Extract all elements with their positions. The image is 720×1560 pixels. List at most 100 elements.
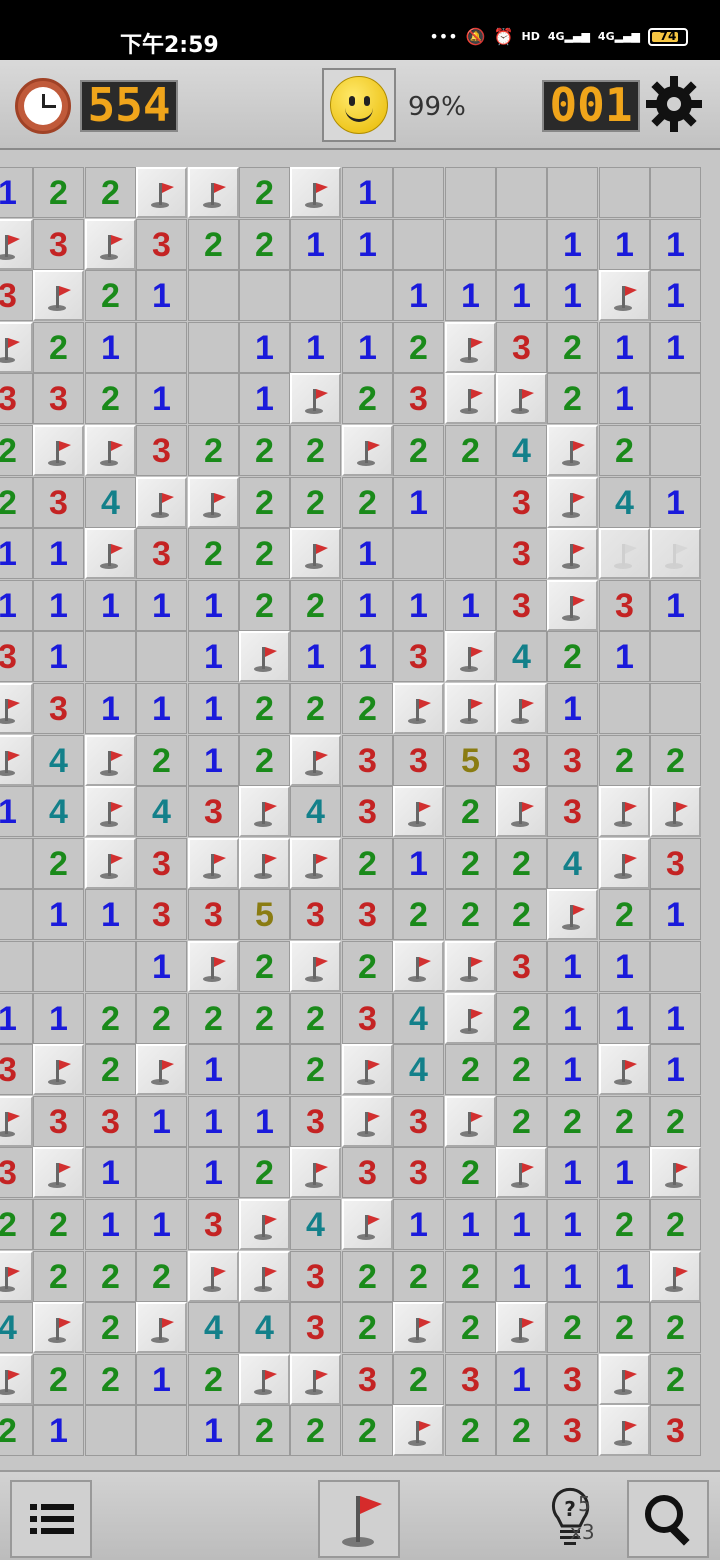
number-cell[interactable]: 3	[136, 425, 187, 476]
number-cell[interactable]: 1	[547, 270, 598, 321]
number-cell[interactable]: 2	[342, 373, 393, 424]
number-cell[interactable]: 1	[188, 735, 239, 786]
flagged-cell[interactable]	[188, 941, 239, 992]
number-cell[interactable]: 2	[650, 1302, 701, 1353]
revealed-empty-cell[interactable]	[599, 683, 650, 734]
flagged-cell[interactable]	[85, 786, 136, 837]
number-cell[interactable]: 1	[547, 1044, 598, 1095]
number-cell[interactable]: 2	[445, 1405, 496, 1456]
revealed-empty-cell[interactable]	[0, 941, 33, 992]
number-cell[interactable]: 4	[136, 786, 187, 837]
number-cell[interactable]: 2	[239, 683, 290, 734]
number-cell[interactable]: 3	[496, 477, 547, 528]
menu-button[interactable]	[10, 1480, 92, 1558]
number-cell[interactable]: 2	[496, 1405, 547, 1456]
number-cell[interactable]: 3	[290, 1251, 341, 1302]
number-cell[interactable]: 1	[33, 889, 84, 940]
flagged-cell[interactable]	[0, 1251, 33, 1302]
number-cell[interactable]: 1	[342, 631, 393, 682]
number-cell[interactable]: 4	[393, 1044, 444, 1095]
flagged-cell[interactable]	[547, 889, 598, 940]
flagged-cell[interactable]	[290, 1354, 341, 1405]
revealed-empty-cell[interactable]	[188, 270, 239, 321]
number-cell[interactable]: 2	[0, 1405, 33, 1456]
number-cell[interactable]: 4	[33, 786, 84, 837]
number-cell[interactable]: 1	[85, 1199, 136, 1250]
number-cell[interactable]: 1	[136, 270, 187, 321]
number-cell[interactable]: 1	[85, 580, 136, 631]
number-cell[interactable]: 1	[188, 1044, 239, 1095]
number-cell[interactable]: 1	[650, 580, 701, 631]
number-cell[interactable]: 1	[445, 1199, 496, 1250]
number-cell[interactable]: 2	[342, 1405, 393, 1456]
number-cell[interactable]: 1	[33, 580, 84, 631]
number-cell[interactable]: 1	[650, 889, 701, 940]
number-cell[interactable]: 2	[599, 425, 650, 476]
flagged-cell[interactable]	[85, 735, 136, 786]
number-cell[interactable]: 2	[496, 993, 547, 1044]
number-cell[interactable]: 1	[599, 373, 650, 424]
number-cell[interactable]: 2	[290, 1405, 341, 1456]
flagged-cell[interactable]	[188, 1251, 239, 1302]
number-cell[interactable]: 2	[342, 1251, 393, 1302]
number-cell[interactable]: 2	[599, 735, 650, 786]
number-cell[interactable]: 1	[0, 580, 33, 631]
number-cell[interactable]: 1	[496, 1199, 547, 1250]
number-cell[interactable]: 4	[496, 631, 547, 682]
flagged-cell[interactable]	[33, 1302, 84, 1353]
number-cell[interactable]: 1	[650, 993, 701, 1044]
revealed-empty-cell[interactable]	[0, 889, 33, 940]
flagged-cell[interactable]	[445, 631, 496, 682]
number-cell[interactable]: 2	[33, 1251, 84, 1302]
number-cell[interactable]: 5	[445, 735, 496, 786]
number-cell[interactable]: 2	[445, 889, 496, 940]
revealed-empty-cell[interactable]	[342, 270, 393, 321]
number-cell[interactable]: 1	[393, 270, 444, 321]
flagged-cell[interactable]	[496, 1147, 547, 1198]
number-cell[interactable]: 2	[290, 477, 341, 528]
flagged-cell[interactable]	[239, 631, 290, 682]
flagged-cell[interactable]	[342, 425, 393, 476]
number-cell[interactable]: 3	[188, 1199, 239, 1250]
number-cell[interactable]: 2	[290, 683, 341, 734]
revealed-empty-cell[interactable]	[445, 528, 496, 579]
number-cell[interactable]: 2	[85, 373, 136, 424]
flagged-cell[interactable]	[599, 1044, 650, 1095]
number-cell[interactable]: 2	[599, 1302, 650, 1353]
revealed-empty-cell[interactable]	[290, 270, 341, 321]
number-cell[interactable]: 2	[290, 580, 341, 631]
flagged-cell[interactable]	[239, 838, 290, 889]
number-cell[interactable]: 4	[547, 838, 598, 889]
number-cell[interactable]: 3	[136, 889, 187, 940]
flagged-cell[interactable]	[393, 786, 444, 837]
number-cell[interactable]: 1	[599, 631, 650, 682]
number-cell[interactable]: 2	[445, 1251, 496, 1302]
number-cell[interactable]: 1	[188, 580, 239, 631]
number-cell[interactable]: 2	[239, 219, 290, 270]
number-cell[interactable]: 1	[85, 889, 136, 940]
number-cell[interactable]: 1	[0, 167, 33, 218]
number-cell[interactable]: 2	[85, 1251, 136, 1302]
number-cell[interactable]: 2	[239, 941, 290, 992]
flagged-cell[interactable]	[342, 1096, 393, 1147]
flagged-cell[interactable]	[239, 1251, 290, 1302]
number-cell[interactable]: 1	[85, 1147, 136, 1198]
flagged-cell[interactable]	[445, 683, 496, 734]
number-cell[interactable]: 1	[342, 167, 393, 218]
number-cell[interactable]: 3	[547, 786, 598, 837]
number-cell[interactable]: 1	[496, 1354, 547, 1405]
number-cell[interactable]: 3	[547, 1354, 598, 1405]
number-cell[interactable]: 3	[0, 1147, 33, 1198]
number-cell[interactable]: 4	[33, 735, 84, 786]
number-cell[interactable]: 4	[496, 425, 547, 476]
flagged-cell[interactable]	[393, 1405, 444, 1456]
number-cell[interactable]: 1	[33, 993, 84, 1044]
number-cell[interactable]: 2	[342, 941, 393, 992]
number-cell[interactable]: 1	[496, 1251, 547, 1302]
flagged-cell[interactable]	[496, 786, 547, 837]
number-cell[interactable]: 2	[33, 1354, 84, 1405]
number-cell[interactable]: 2	[599, 1199, 650, 1250]
number-cell[interactable]: 3	[393, 1096, 444, 1147]
number-cell[interactable]: 2	[393, 322, 444, 373]
flagged-cell[interactable]	[342, 1044, 393, 1095]
